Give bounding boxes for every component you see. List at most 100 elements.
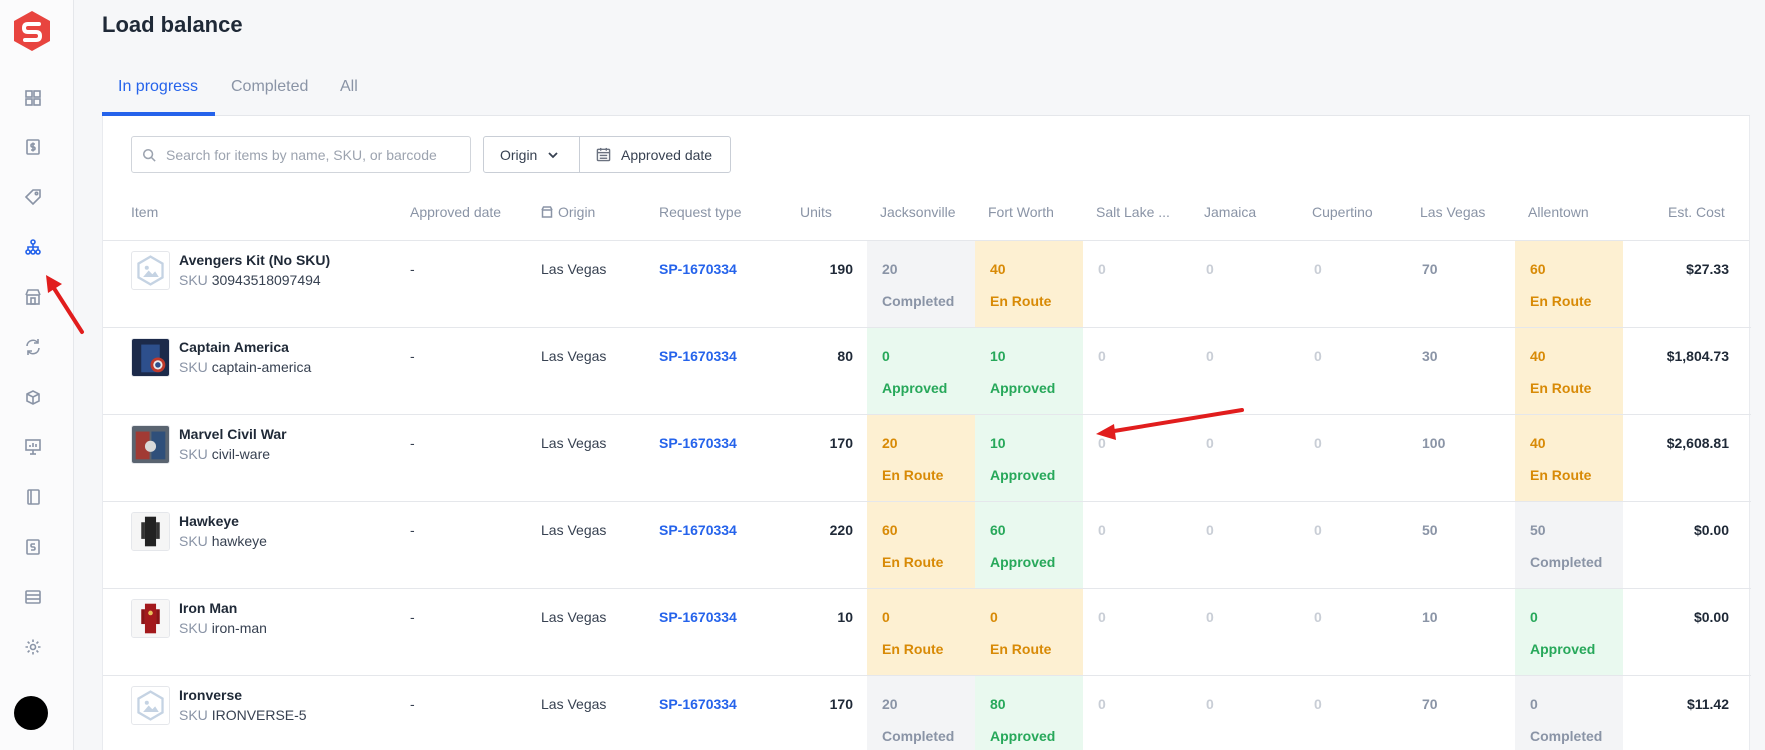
location-quantity: 100 bbox=[1422, 435, 1446, 451]
sidebar-item-book[interactable] bbox=[22, 486, 44, 508]
item-name[interactable]: Avengers Kit (No SKU) bbox=[179, 252, 330, 268]
sidebar-item-dollar-doc[interactable] bbox=[22, 136, 44, 158]
location-cell-allentown[interactable]: 40 En Route bbox=[1515, 328, 1623, 414]
brand-logo[interactable] bbox=[12, 10, 52, 52]
location-cell-fort-worth[interactable]: 80 Approved bbox=[975, 676, 1083, 750]
table-row[interactable]: Hawkeye SKU hawkeye - Las Vegas SP-1670334 22… bbox=[103, 502, 1751, 589]
column-header-jacksonville[interactable]: Jacksonville bbox=[880, 204, 955, 220]
item-name[interactable]: Captain America bbox=[179, 339, 289, 355]
location-cell-cupertino[interactable]: 0 bbox=[1299, 415, 1407, 501]
location-cell-cupertino[interactable]: 0 bbox=[1299, 676, 1407, 750]
location-cell-las-vegas[interactable]: 100 bbox=[1407, 415, 1515, 501]
location-cell-cupertino[interactable]: 0 bbox=[1299, 589, 1407, 675]
column-header-item[interactable]: Item bbox=[131, 204, 158, 220]
location-cell-jamaica[interactable]: 0 bbox=[1191, 589, 1299, 675]
table-row[interactable]: Avengers Kit (No SKU) SKU 30943518097494 -… bbox=[103, 241, 1751, 328]
column-header-units[interactable]: Units bbox=[800, 204, 832, 220]
sidebar-item-invoice[interactable] bbox=[22, 536, 44, 558]
sidebar-item-presentation[interactable] bbox=[22, 436, 44, 458]
location-cell-jamaica[interactable]: 0 bbox=[1191, 676, 1299, 750]
location-cell-salt-lake[interactable]: 0 bbox=[1083, 415, 1191, 501]
location-cell-fort-worth[interactable]: 60 Approved bbox=[975, 502, 1083, 588]
location-cell-jacksonville[interactable]: 0 En Route bbox=[867, 589, 975, 675]
column-header-cupertino[interactable]: Cupertino bbox=[1312, 204, 1373, 220]
sidebar-item-sync[interactable] bbox=[22, 336, 44, 358]
column-header-origin[interactable]: Origin bbox=[541, 204, 595, 220]
column-header-request-type[interactable]: Request type bbox=[659, 204, 742, 220]
approved-date-cell: - bbox=[410, 609, 415, 625]
sidebar-item-dashboard[interactable] bbox=[22, 87, 44, 109]
column-header-las-vegas[interactable]: Las Vegas bbox=[1420, 204, 1485, 220]
sku-value: hawkeye bbox=[211, 533, 267, 549]
table-row[interactable]: Iron Man SKU iron-man - Las Vegas SP-1670334… bbox=[103, 589, 1751, 676]
location-cell-cupertino[interactable]: 0 bbox=[1299, 241, 1407, 327]
status-badge: Approved bbox=[1530, 641, 1596, 657]
location-cell-allentown[interactable]: 0 Completed bbox=[1515, 676, 1623, 750]
item-name[interactable]: Iron Man bbox=[179, 600, 237, 616]
sidebar-item-warehouse[interactable] bbox=[22, 586, 44, 608]
table-row[interactable]: Marvel Civil War SKU civil-ware - Las Vegas… bbox=[103, 415, 1751, 502]
location-cell-jacksonville[interactable]: 20 En Route bbox=[867, 415, 975, 501]
location-cell-las-vegas[interactable]: 30 bbox=[1407, 328, 1515, 414]
item-name[interactable]: Hawkeye bbox=[179, 513, 239, 529]
location-cell-allentown[interactable]: 40 En Route bbox=[1515, 415, 1623, 501]
approved-date-filter-button[interactable]: Approved date bbox=[579, 136, 731, 173]
origin-filter-button[interactable]: Origin bbox=[483, 136, 580, 173]
sidebar-item-box[interactable] bbox=[22, 386, 44, 408]
location-cell-las-vegas[interactable]: 70 bbox=[1407, 241, 1515, 327]
column-header-allentown[interactable]: Allentown bbox=[1528, 204, 1589, 220]
request-type-link[interactable]: SP-1670334 bbox=[659, 696, 737, 712]
location-cell-salt-lake[interactable]: 0 bbox=[1083, 676, 1191, 750]
sidebar-item-store[interactable] bbox=[22, 286, 44, 308]
location-cell-las-vegas[interactable]: 10 bbox=[1407, 589, 1515, 675]
location-cell-fort-worth[interactable]: 10 Approved bbox=[975, 328, 1083, 414]
request-type-link[interactable]: SP-1670334 bbox=[659, 522, 737, 538]
item-name[interactable]: Marvel Civil War bbox=[179, 426, 287, 442]
location-cell-cupertino[interactable]: 0 bbox=[1299, 502, 1407, 588]
location-cell-allentown[interactable]: 60 En Route bbox=[1515, 241, 1623, 327]
location-cell-jacksonville[interactable]: 60 En Route bbox=[867, 502, 975, 588]
request-type-link[interactable]: SP-1670334 bbox=[659, 348, 737, 364]
location-cell-salt-lake[interactable]: 0 bbox=[1083, 589, 1191, 675]
column-header-est-cost[interactable]: Est. Cost bbox=[1668, 204, 1725, 220]
location-cell-jacksonville[interactable]: 0 Approved bbox=[867, 328, 975, 414]
user-avatar[interactable] bbox=[14, 696, 48, 730]
tab-completed[interactable]: Completed bbox=[231, 78, 308, 96]
sidebar-item-gear[interactable] bbox=[22, 636, 44, 658]
item-name[interactable]: Ironverse bbox=[179, 687, 242, 703]
location-cell-jamaica[interactable]: 0 bbox=[1191, 241, 1299, 327]
item-sku: SKU civil-ware bbox=[179, 446, 270, 462]
location-cell-jamaica[interactable]: 0 bbox=[1191, 502, 1299, 588]
location-cell-jacksonville[interactable]: 20 Completed bbox=[867, 241, 975, 327]
column-header-fort-worth[interactable]: Fort Worth bbox=[988, 204, 1054, 220]
column-header-approved-date[interactable]: Approved date bbox=[410, 204, 501, 220]
search-box[interactable] bbox=[131, 136, 471, 173]
sidebar-item-hierarchy[interactable] bbox=[22, 236, 44, 258]
search-input[interactable] bbox=[166, 146, 456, 163]
location-cell-cupertino[interactable]: 0 bbox=[1299, 328, 1407, 414]
request-type-link[interactable]: SP-1670334 bbox=[659, 435, 737, 451]
tab-all[interactable]: All bbox=[340, 78, 358, 96]
location-cell-jamaica[interactable]: 0 bbox=[1191, 328, 1299, 414]
location-cell-fort-worth[interactable]: 10 Approved bbox=[975, 415, 1083, 501]
location-cell-jacksonville[interactable]: 20 Completed bbox=[867, 676, 975, 750]
location-cell-fort-worth[interactable]: 40 En Route bbox=[975, 241, 1083, 327]
location-cell-las-vegas[interactable]: 50 bbox=[1407, 502, 1515, 588]
sidebar-item-tag[interactable] bbox=[22, 186, 44, 208]
tab-in-progress[interactable]: In progress bbox=[118, 78, 198, 96]
location-cell-fort-worth[interactable]: 0 En Route bbox=[975, 589, 1083, 675]
column-header-jamaica[interactable]: Jamaica bbox=[1204, 204, 1256, 220]
location-cell-salt-lake[interactable]: 0 bbox=[1083, 502, 1191, 588]
location-cell-allentown[interactable]: 0 Approved bbox=[1515, 589, 1623, 675]
status-badge: Completed bbox=[1530, 728, 1603, 744]
request-type-link[interactable]: SP-1670334 bbox=[659, 261, 737, 277]
location-cell-allentown[interactable]: 50 Completed bbox=[1515, 502, 1623, 588]
table-row[interactable]: Ironverse SKU IRONVERSE-5 - Las Vegas SP-167… bbox=[103, 676, 1751, 750]
location-cell-jamaica[interactable]: 0 bbox=[1191, 415, 1299, 501]
location-cell-salt-lake[interactable]: 0 bbox=[1083, 241, 1191, 327]
table-row[interactable]: Captain America SKU captain-america - Las V… bbox=[103, 328, 1751, 415]
location-cell-salt-lake[interactable]: 0 bbox=[1083, 328, 1191, 414]
location-cell-las-vegas[interactable]: 70 bbox=[1407, 676, 1515, 750]
request-type-link[interactable]: SP-1670334 bbox=[659, 609, 737, 625]
column-header-salt-lake[interactable]: Salt Lake ... bbox=[1096, 204, 1170, 220]
